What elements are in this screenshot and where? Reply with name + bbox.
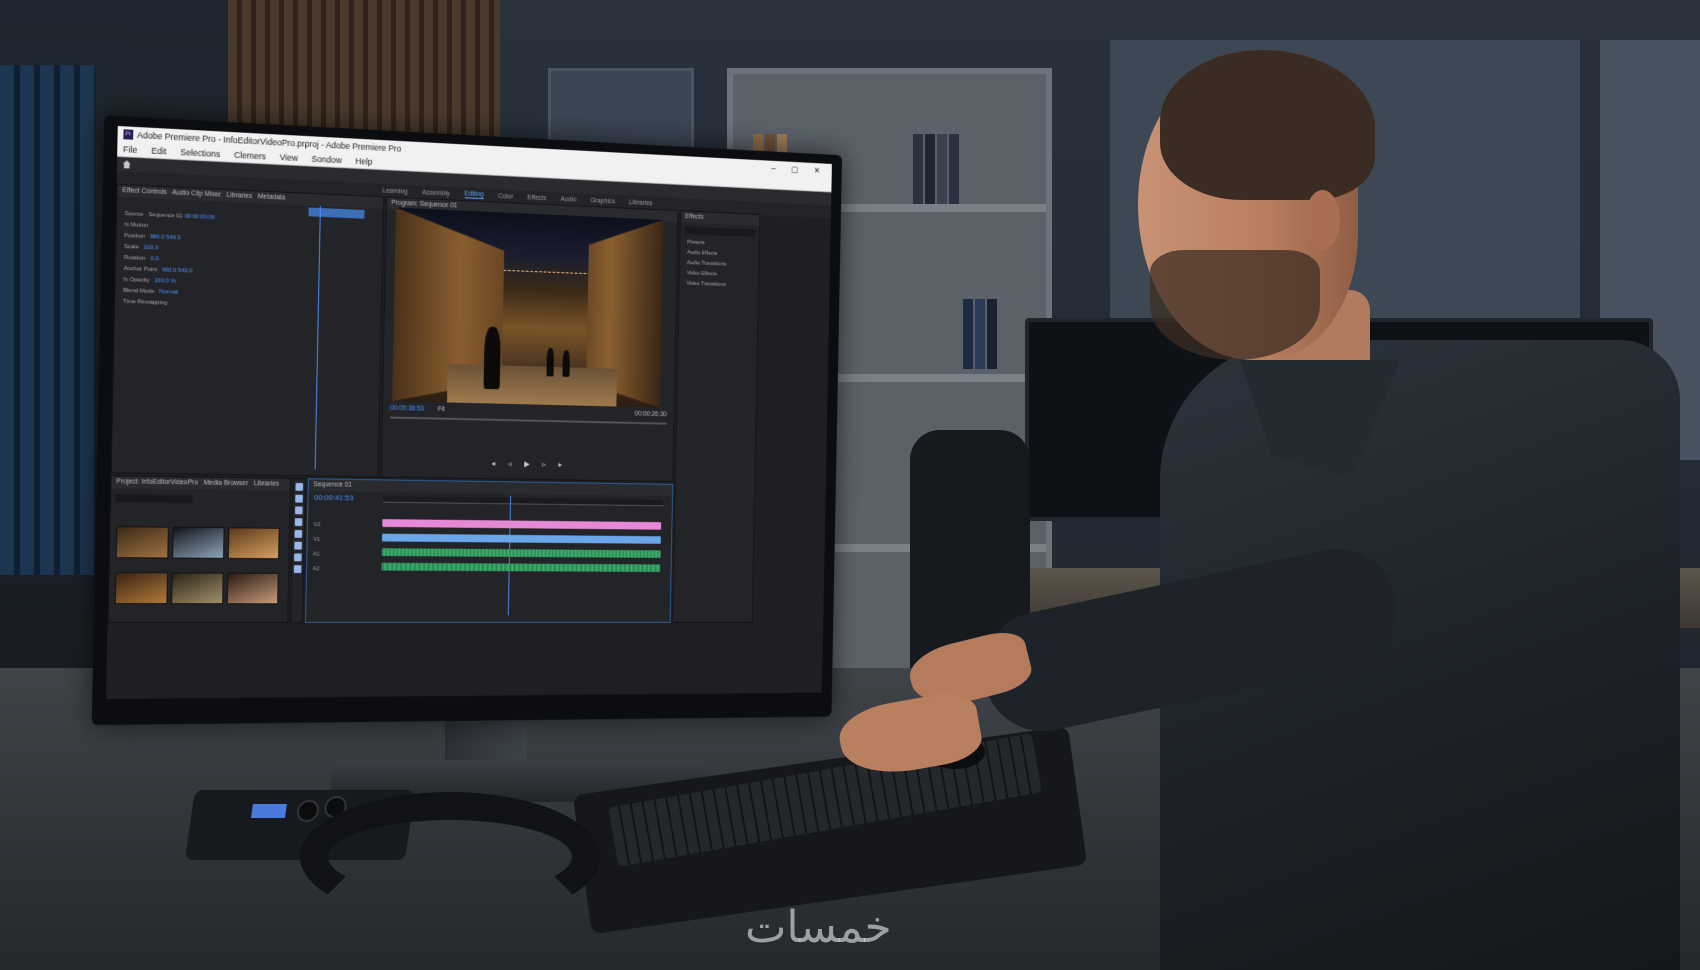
headphones	[300, 792, 600, 922]
menu-view[interactable]: View	[280, 152, 298, 163]
man-editor	[834, 50, 1700, 970]
menu-edit[interactable]: Edit	[151, 146, 166, 157]
effects-search-input[interactable]	[684, 226, 756, 238]
watermark-logo: خمسات	[745, 902, 892, 953]
track-header-a2[interactable]: A2	[312, 562, 320, 577]
timeline-panel: Sequence 01 00:00:41:53 V2 V1 A1 A2	[305, 478, 674, 623]
premiere-app-icon: Pr	[123, 129, 134, 140]
tab-libraries[interactable]: Libraries	[227, 192, 253, 200]
tab-audio-clip-mixer[interactable]: Audio Clip Mixer	[172, 189, 221, 198]
photo-scene: Pr Adobe Premiere Pro - InfoEditorVideoP…	[0, 0, 1700, 970]
project-search-input[interactable]	[114, 494, 193, 504]
timecode-out: 00:00:26:30	[634, 410, 667, 419]
timecode-in[interactable]: 00:00:38:53	[390, 405, 424, 413]
clip-thumbnail[interactable]	[227, 527, 280, 560]
project-panel-tabs[interactable]: Project: InfoEditorVideoPro Media Browse…	[111, 476, 291, 491]
tab-effect-controls[interactable]: Effect Controls	[122, 187, 167, 196]
beard	[1150, 250, 1320, 360]
clip-thumbnail[interactable]	[115, 526, 169, 559]
timeline-timecode[interactable]: 00:00:41:53	[314, 493, 354, 502]
tab-metadata[interactable]: Metadata	[258, 193, 286, 201]
clip-a1[interactable]	[381, 548, 661, 558]
clip-v2[interactable]	[382, 519, 662, 530]
slip-tool-icon[interactable]	[294, 529, 303, 538]
clip-a2[interactable]	[381, 562, 661, 572]
menu-selections[interactable]: Selections	[180, 147, 220, 159]
workspace-effects[interactable]: Effects	[527, 194, 546, 202]
program-monitor-panel: Program: Sequence 01 00:00:38:53 Fit 00:…	[380, 196, 679, 482]
acoustic-foam-panel	[0, 65, 95, 575]
clip-thumbnail[interactable]	[171, 572, 224, 605]
tab-project[interactable]: Project: InfoEditorVideoPro	[116, 478, 198, 486]
menu-file[interactable]: File	[123, 144, 137, 155]
figure	[483, 326, 501, 390]
type-tool-icon[interactable]	[293, 565, 302, 574]
workspace-audio[interactable]: Audio	[560, 196, 576, 203]
controller-display	[250, 804, 287, 818]
track-header-a1[interactable]: A1	[313, 548, 320, 563]
effects-item[interactable]: Video Transitions	[679, 279, 758, 292]
clip-v1[interactable]	[381, 533, 661, 544]
clip-thumbnail[interactable]	[172, 526, 225, 559]
clip-thumbnail[interactable]	[114, 572, 168, 605]
effect-controls-panel: Effect Controls Audio Clip Mixer Librari…	[110, 183, 385, 478]
workspace-assembly[interactable]: Assembly	[422, 189, 450, 197]
timeline-title[interactable]: Sequence 01	[308, 479, 673, 497]
clip-thumbnail[interactable]	[226, 572, 279, 605]
transport-controls[interactable]: ◂ ◃ ▶ ▹ ▸	[382, 457, 673, 472]
track-headers: V2 V1 A1 A2	[312, 518, 321, 577]
ripple-edit-tool-icon[interactable]	[294, 506, 303, 515]
cobblestone-street	[447, 363, 618, 407]
menu-sondow[interactable]: Sondow	[311, 154, 342, 165]
zoom-select[interactable]: Fit	[438, 406, 445, 413]
menu-help[interactable]: Help	[355, 156, 372, 167]
tab-media-browser[interactable]: Media Browser	[204, 480, 249, 488]
window-controls[interactable]: – ▢ ✕	[771, 161, 827, 179]
workspace-graphics[interactable]: Graphics	[590, 197, 615, 205]
workspace-editing[interactable]: Editing	[464, 190, 484, 200]
track-header-v2[interactable]: V2	[313, 518, 320, 533]
track-select-tool-icon[interactable]	[295, 494, 303, 503]
selection-tool-icon[interactable]	[295, 482, 304, 491]
effects-panel-title[interactable]: Effects	[680, 211, 760, 227]
hair	[1160, 50, 1375, 200]
premiere-pro-window: Pr Adobe Premiere Pro - InfoEditorVideoP…	[105, 125, 832, 699]
tab-libraries-project[interactable]: Libraries	[254, 480, 280, 487]
workspace-color[interactable]: Color	[498, 193, 513, 200]
workspace-learning[interactable]: Learning	[382, 187, 407, 195]
time-ruler[interactable]	[382, 495, 664, 507]
ear	[1305, 190, 1340, 250]
tools-panel	[289, 478, 307, 623]
menu-clemers[interactable]: Clemers	[234, 150, 266, 161]
panel-area: Effect Controls Audio Clip Mixer Librari…	[106, 183, 831, 699]
hand-tool-icon[interactable]	[294, 553, 302, 562]
home-icon[interactable]	[123, 160, 131, 168]
scrub-bar[interactable]	[389, 416, 667, 425]
main-monitor: Pr Adobe Premiere Pro - InfoEditorVideoP…	[91, 115, 843, 726]
effects-panel: Effects Presets Audio Effects Audio Tran…	[672, 210, 761, 623]
pen-tool-icon[interactable]	[294, 541, 302, 550]
figure	[546, 347, 555, 377]
project-panel: Project: InfoEditorVideoPro Media Browse…	[107, 475, 292, 624]
track-header-v1[interactable]: V1	[313, 533, 320, 548]
razor-tool-icon[interactable]	[294, 518, 303, 527]
workspace-libraries[interactable]: Libraries	[629, 199, 652, 207]
figure	[562, 350, 570, 377]
video-frame-market-street	[392, 207, 664, 408]
controller-knob	[295, 800, 321, 822]
